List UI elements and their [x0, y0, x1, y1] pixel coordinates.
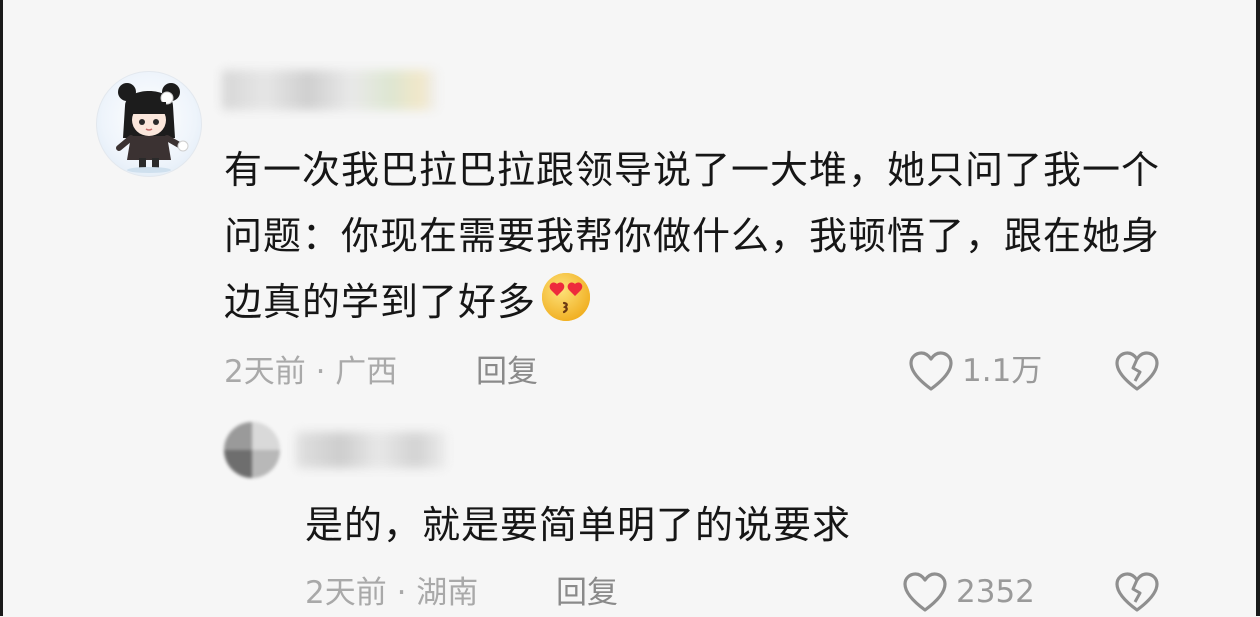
window-border-right — [1256, 0, 1260, 616]
avatar-girl-icon — [116, 83, 189, 173]
reply-avatar[interactable] — [224, 422, 280, 478]
reply-dislike-button[interactable] — [1114, 571, 1160, 617]
reply-time-location: 2天前 · 湖南 — [305, 575, 479, 611]
like-button[interactable]: 1.1万 — [908, 350, 1042, 392]
reply-like-count: 2352 — [956, 574, 1035, 610]
comment-text: 有一次我巴拉巴拉跟领导说了一大堆，她只问了我一个问题：你现在需要我帮你做什么，我… — [224, 137, 1184, 335]
heart-icon — [903, 572, 947, 612]
dislike-button[interactable] — [1114, 350, 1160, 396]
reply-button[interactable]: 回复 — [476, 352, 538, 392]
heart-eyes-kiss-emoji — [540, 271, 592, 323]
username-blurred[interactable] — [222, 70, 437, 110]
window-border-left — [0, 0, 3, 616]
comment-time-location: 2天前 · 广西 — [224, 354, 398, 390]
reply-like-button[interactable]: 2352 — [902, 571, 1035, 613]
reply-reply-button[interactable]: 回复 — [556, 573, 618, 613]
reply-text: 是的，就是要简单明了的说要求 — [305, 503, 852, 547]
reply-username-blurred[interactable] — [296, 432, 446, 468]
comment-body: 有一次我巴拉巴拉跟领导说了一大堆，她只问了我一个问题：你现在需要我帮你做什么，我… — [224, 148, 1161, 324]
broken-heart-icon — [1115, 572, 1159, 612]
heart-icon — [909, 351, 953, 391]
broken-heart-icon — [1115, 351, 1159, 391]
avatar[interactable] — [96, 71, 202, 177]
like-count: 1.1万 — [962, 353, 1043, 389]
